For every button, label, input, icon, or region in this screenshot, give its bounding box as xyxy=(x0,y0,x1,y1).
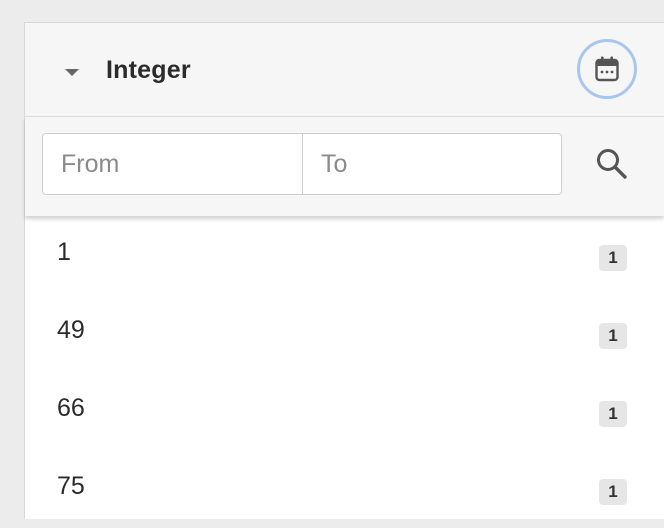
range-filter-row xyxy=(25,117,664,216)
list-item[interactable]: 66 1 xyxy=(25,372,664,450)
facet-value-label[interactable]: 66 xyxy=(57,394,85,423)
count-badge: 1 xyxy=(599,401,627,427)
calendar-button[interactable] xyxy=(577,39,637,99)
facet-header[interactable]: Integer xyxy=(25,23,664,117)
to-input[interactable] xyxy=(303,134,561,194)
list-item[interactable]: 49 1 xyxy=(25,294,664,372)
facet-value-label[interactable]: 49 xyxy=(57,316,85,345)
integer-facet-panel: Integer 1 1 xyxy=(24,22,664,519)
facet-value-label[interactable]: 75 xyxy=(57,472,85,501)
search-button[interactable] xyxy=(594,146,630,182)
calendar-icon xyxy=(595,56,619,82)
list-item[interactable]: 75 1 xyxy=(25,450,664,528)
from-input[interactable] xyxy=(43,134,303,194)
count-badge: 1 xyxy=(599,323,627,349)
list-item[interactable]: 1 1 xyxy=(25,216,664,294)
facet-title: Integer xyxy=(106,56,191,84)
search-icon xyxy=(597,149,627,179)
count-badge: 1 xyxy=(599,479,627,505)
count-badge: 1 xyxy=(599,245,627,271)
facet-value-label[interactable]: 1 xyxy=(57,238,71,267)
range-input-group xyxy=(42,133,562,195)
facet-values-list: 1 1 49 1 66 1 75 1 xyxy=(25,216,664,528)
caret-down-icon[interactable] xyxy=(65,69,79,76)
